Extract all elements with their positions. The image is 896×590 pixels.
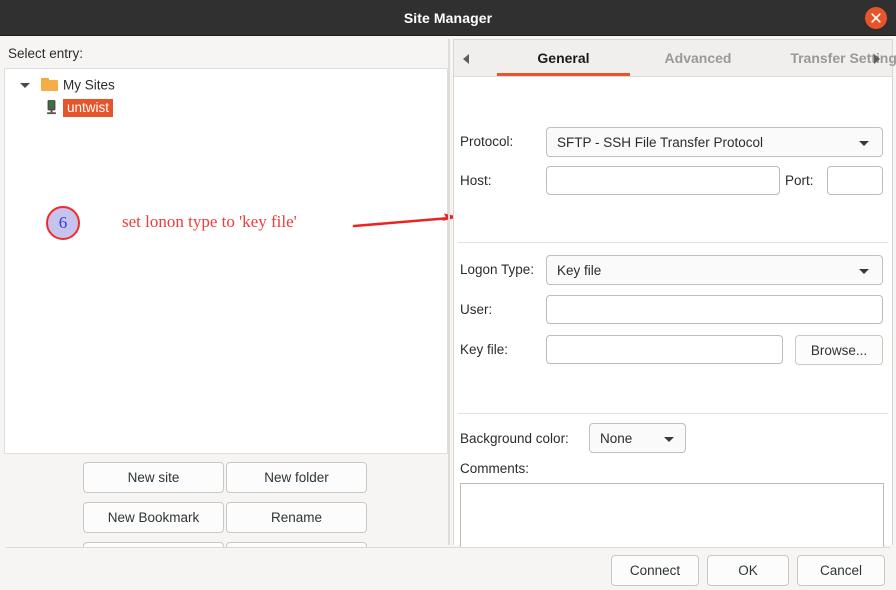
general-tab-form: Protocol: SFTP - SSH File Transfer Proto…	[454, 77, 892, 545]
rename-button[interactable]: Rename	[226, 502, 367, 533]
logon-type-value: Key file	[557, 256, 601, 286]
browse-button[interactable]: Browse...	[795, 335, 883, 365]
select-entry-label: Select entry:	[8, 46, 83, 61]
chevron-down-icon	[859, 269, 869, 274]
protocol-label: Protocol:	[460, 134, 513, 149]
form-separator-1	[458, 242, 888, 243]
host-label: Host:	[460, 173, 492, 188]
right-panel: General Advanced Transfer Settings Proto…	[453, 39, 893, 545]
logon-type-label: Logon Type:	[460, 262, 534, 277]
form-separator-2	[458, 413, 888, 414]
host-input[interactable]	[546, 166, 780, 195]
tab-bar: General Advanced Transfer Settings	[454, 40, 892, 77]
tree-item-untwist[interactable]: untwist	[45, 97, 113, 119]
new-bookmark-button[interactable]: New Bookmark	[83, 502, 224, 533]
window-title: Site Manager	[0, 0, 896, 36]
key-file-input[interactable]	[546, 335, 783, 364]
tree-item-label: untwist	[63, 99, 113, 117]
tab-general[interactable]: General	[497, 40, 630, 76]
tab-scroll-left-button[interactable]	[456, 40, 478, 76]
logon-type-select[interactable]: Key file	[546, 255, 883, 285]
new-folder-button[interactable]: New folder	[226, 462, 367, 493]
chevron-down-icon	[664, 437, 674, 442]
close-window-button[interactable]	[865, 7, 887, 29]
key-file-label: Key file:	[460, 342, 508, 357]
background-color-select[interactable]: None	[589, 423, 686, 453]
user-label: User:	[460, 302, 492, 317]
protocol-value: SFTP - SSH File Transfer Protocol	[557, 128, 763, 158]
tree-item-my-sites[interactable]: My Sites	[17, 74, 115, 96]
user-input[interactable]	[546, 295, 883, 324]
annotation-text: set lonon type to 'key file'	[122, 212, 297, 232]
left-panel: Select entry: My Sites untwist 6 set lon…	[0, 36, 452, 552]
chevron-left-icon	[463, 54, 469, 64]
comments-label: Comments:	[460, 461, 529, 476]
window-titlebar: Site Manager	[0, 0, 896, 36]
background-color-value: None	[600, 424, 632, 454]
new-site-button[interactable]: New site	[83, 462, 224, 493]
panel-divider	[448, 39, 450, 545]
chevron-right-icon	[874, 54, 880, 64]
protocol-select[interactable]: SFTP - SSH File Transfer Protocol	[546, 127, 883, 157]
background-color-label: Background color:	[460, 431, 569, 446]
connect-button[interactable]: Connect	[611, 555, 699, 586]
tree-item-label: My Sites	[63, 77, 115, 92]
cancel-button[interactable]: Cancel	[797, 555, 885, 586]
folder-icon	[41, 78, 58, 91]
footer-bar: Connect OK Cancel	[0, 548, 896, 590]
server-icon	[45, 100, 58, 115]
ok-button[interactable]: OK	[707, 555, 789, 586]
chevron-down-icon	[859, 141, 869, 146]
port-input[interactable]	[827, 166, 883, 195]
port-label: Port:	[785, 173, 814, 188]
site-tree[interactable]: My Sites untwist	[4, 68, 448, 454]
chevron-down-icon[interactable]	[17, 74, 33, 96]
annotation-step-badge: 6	[46, 206, 80, 240]
tab-scroll-right-button[interactable]	[867, 40, 889, 76]
close-icon	[870, 12, 882, 24]
tab-advanced[interactable]: Advanced	[637, 40, 759, 76]
